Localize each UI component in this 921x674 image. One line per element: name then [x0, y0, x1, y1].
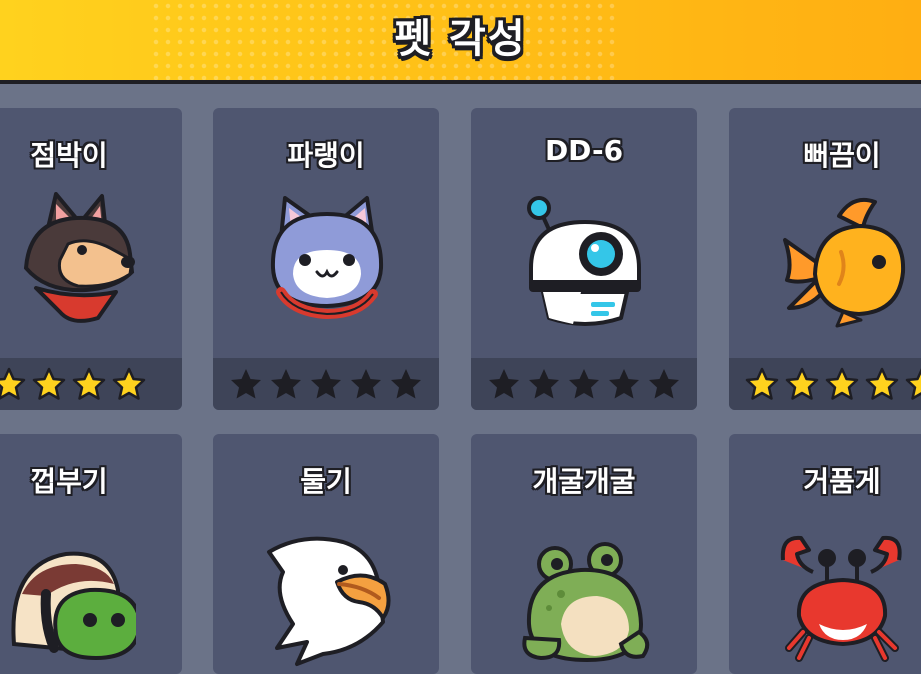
blue-cat-icon	[270, 196, 384, 320]
star-icon	[351, 369, 381, 399]
star-icon	[311, 369, 341, 399]
pet-name: 둘기	[300, 465, 352, 498]
star-icon	[569, 369, 599, 399]
pet-name: 개굴개굴	[532, 465, 636, 498]
pet-name: 뻐끔이	[803, 139, 881, 172]
pet-card-2[interactable]: 파랭이	[213, 108, 439, 410]
star-icon	[32, 367, 66, 400]
pet-name: DD-6	[544, 134, 624, 167]
star-icon	[905, 368, 921, 400]
star-icon	[825, 367, 859, 400]
star-rating	[213, 358, 439, 410]
pet-name: 점박이	[30, 139, 108, 172]
pet-card-5[interactable]: 껍부기	[0, 434, 182, 674]
shiba-dog-icon	[23, 192, 135, 323]
star-icon	[72, 367, 106, 400]
pet-card-1[interactable]: 점박이	[0, 108, 182, 410]
header-bar: 펫 각성	[0, 0, 921, 84]
pet-card-7[interactable]: 개굴개굴	[471, 434, 697, 674]
crab-icon	[780, 535, 902, 662]
pet-name: 파랭이	[287, 139, 365, 172]
star-icon	[649, 369, 679, 399]
star-icon	[112, 367, 146, 400]
star-icon	[529, 369, 559, 399]
star-icon	[785, 367, 819, 400]
turtle-icon	[11, 551, 136, 661]
star-icon	[609, 369, 639, 399]
star-icon	[231, 369, 261, 399]
goldfish-icon	[783, 197, 906, 328]
star-icon	[391, 369, 421, 399]
pet-card-3[interactable]: DD-6	[471, 108, 697, 410]
star-rating	[729, 358, 921, 410]
frog-icon	[522, 542, 650, 663]
pet-card-8[interactable]: 거품게	[729, 434, 921, 674]
star-icon	[865, 367, 899, 400]
pet-name: 거품게	[803, 465, 881, 498]
eagle-icon	[267, 536, 391, 666]
star-icon	[745, 367, 779, 400]
star-icon	[271, 369, 301, 399]
page-title: 펫 각성	[394, 16, 527, 62]
star-icon	[489, 369, 519, 399]
star-icon	[0, 367, 26, 400]
pet-name: 껍부기	[30, 465, 108, 498]
star-rating	[471, 358, 697, 410]
star-rating	[0, 358, 182, 410]
pet-card-6[interactable]: 둘기	[213, 434, 439, 674]
pet-card-4[interactable]: 뻐끔이	[729, 108, 921, 410]
robot-icon	[527, 196, 641, 326]
